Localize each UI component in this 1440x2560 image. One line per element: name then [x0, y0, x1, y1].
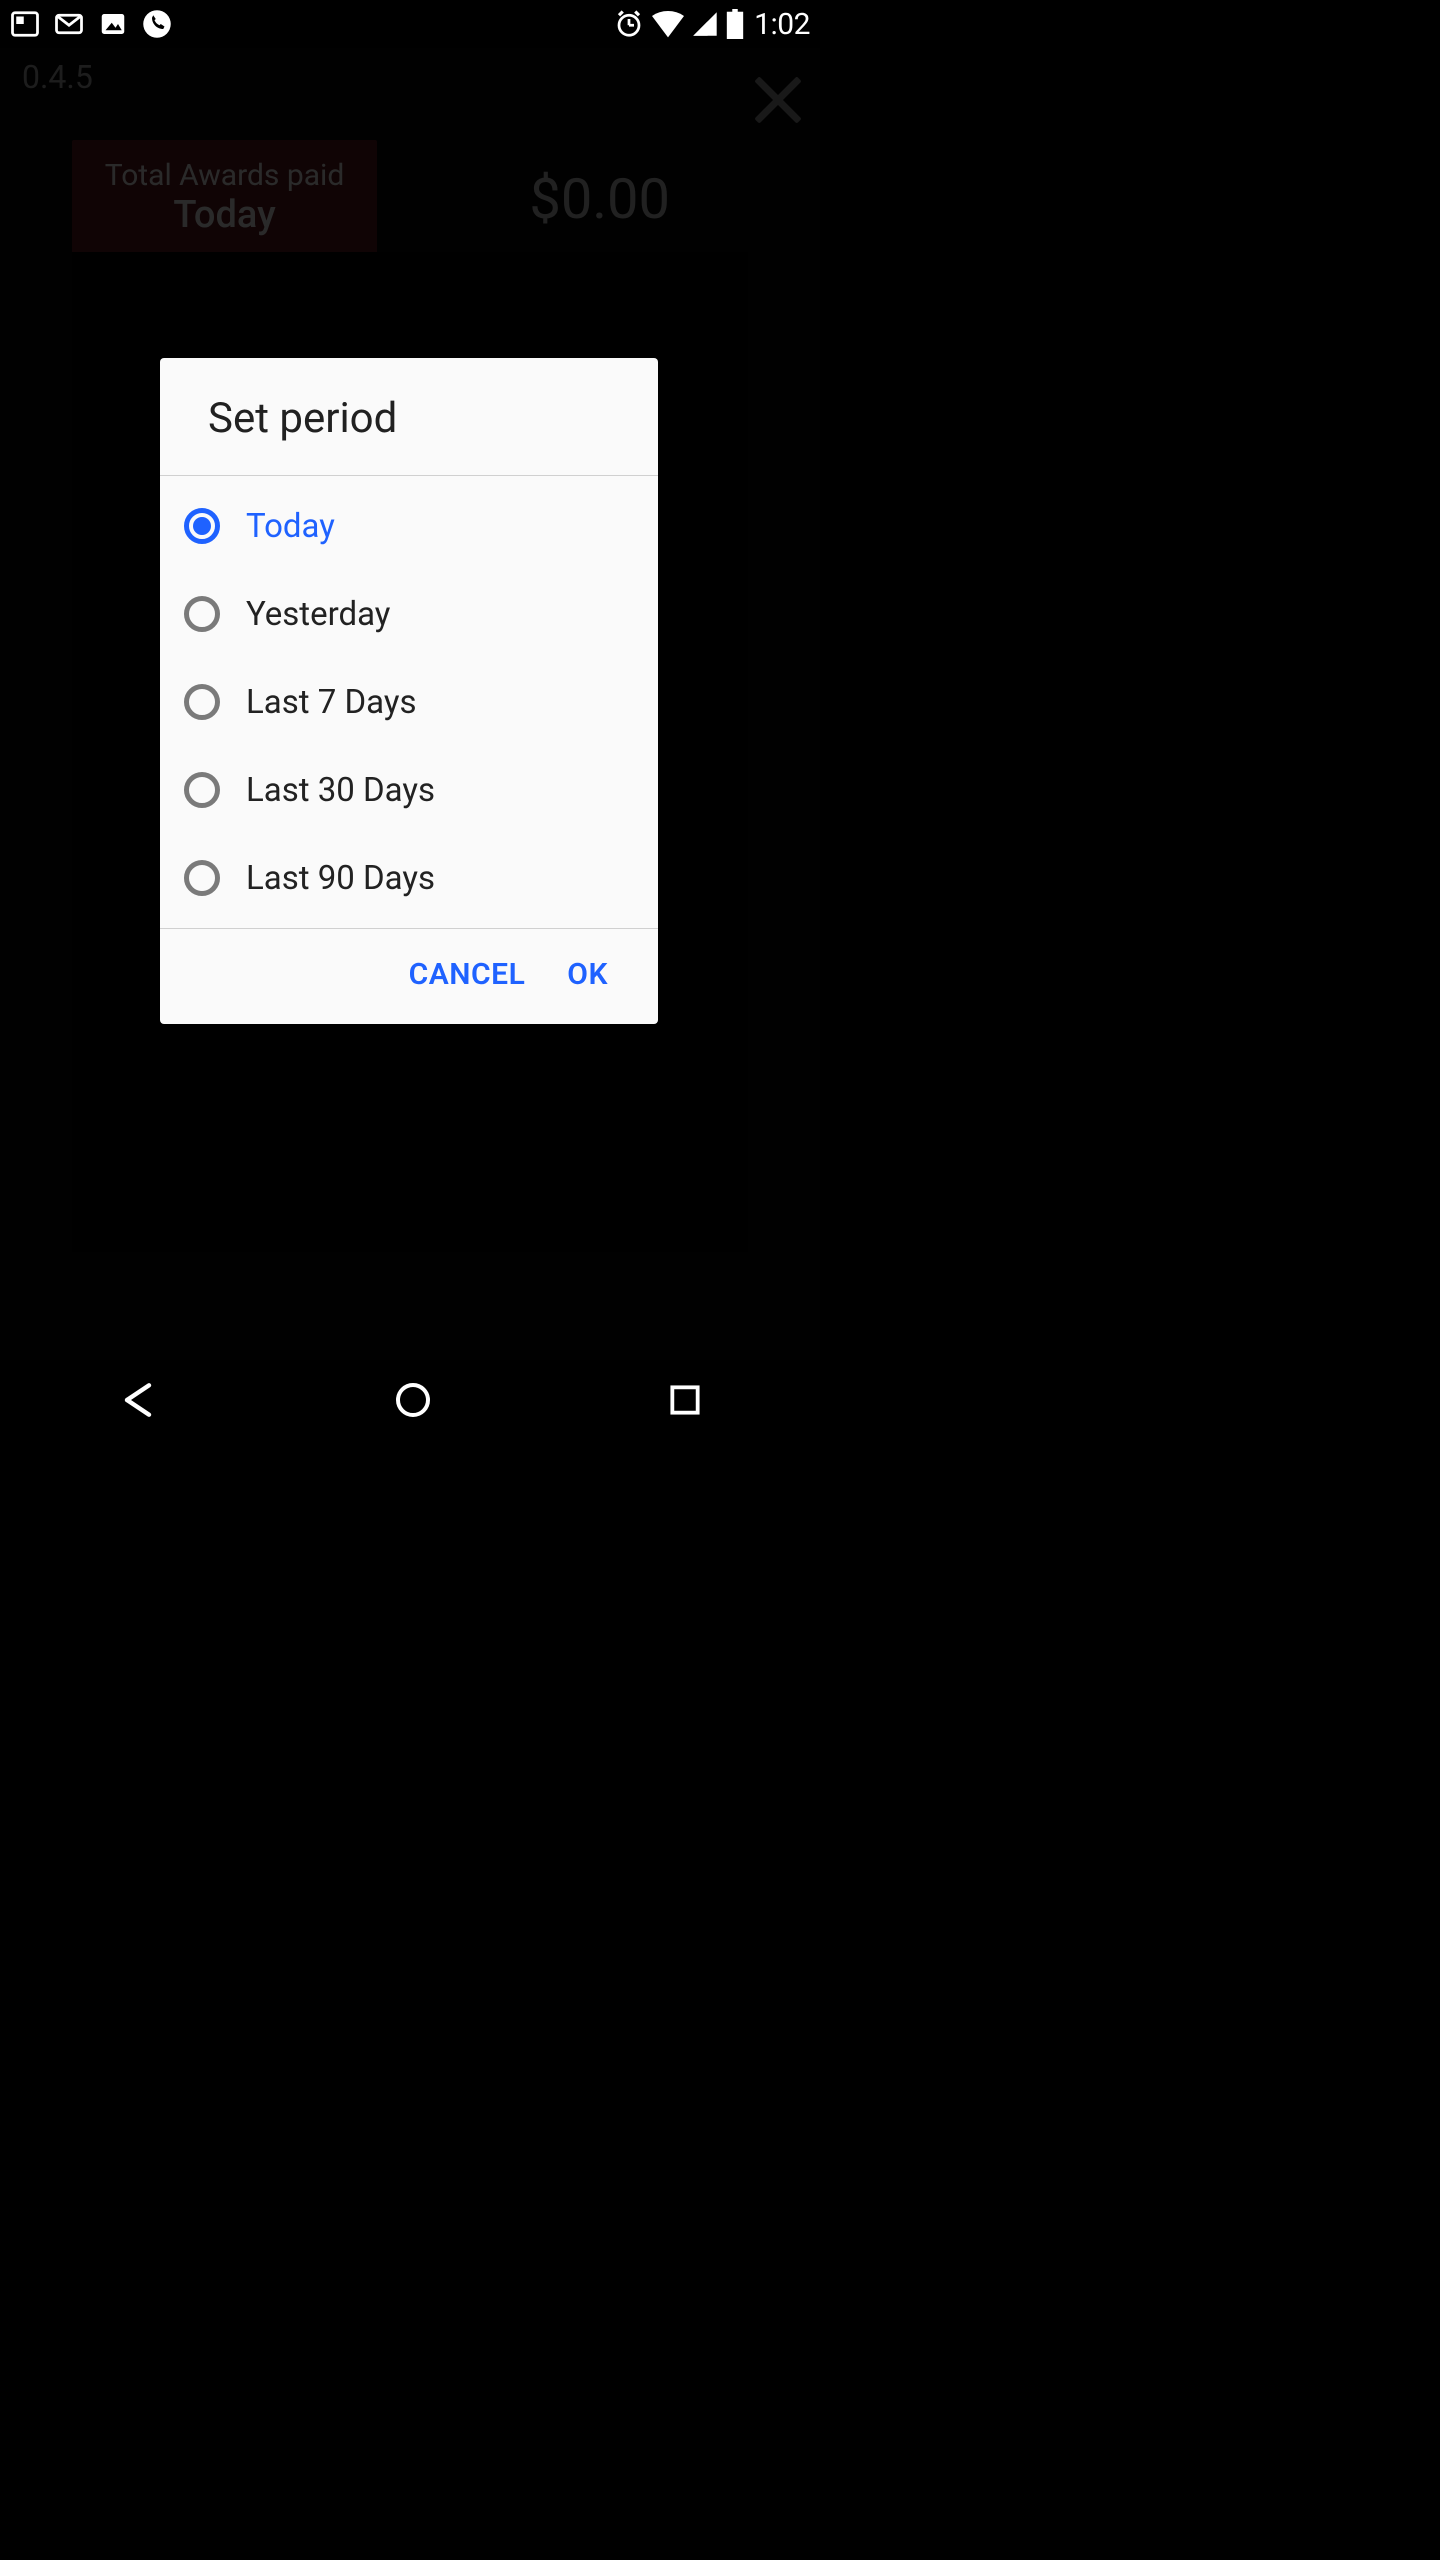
option-label: Today [246, 507, 335, 546]
option-label: Last 7 Days [246, 683, 416, 722]
photo-icon [98, 9, 128, 39]
set-period-dialog: Set period Today Yesterday Last 7 Days L… [160, 358, 658, 1024]
radio-icon [184, 596, 220, 632]
back-icon[interactable] [116, 1378, 160, 1422]
battery-icon [726, 9, 744, 39]
status-bar: 1:02 [0, 0, 820, 48]
option-last-30-days[interactable]: Last 30 Days [160, 746, 658, 834]
dialog-title: Set period [160, 358, 658, 475]
status-left [10, 9, 172, 39]
phone-icon [142, 9, 172, 39]
home-icon[interactable] [393, 1380, 433, 1420]
option-last-90-days[interactable]: Last 90 Days [160, 834, 658, 922]
option-label: Last 90 Days [246, 859, 435, 898]
cell-signal-icon [692, 9, 718, 39]
option-label: Yesterday [246, 595, 390, 634]
option-today[interactable]: Today [160, 482, 658, 570]
radio-icon [184, 860, 220, 896]
option-label: Last 30 Days [246, 771, 435, 810]
status-clock: 1:02 [754, 7, 810, 42]
option-last-7-days[interactable]: Last 7 Days [160, 658, 658, 746]
ok-button[interactable]: OK [567, 957, 608, 992]
cast-icon [10, 9, 40, 39]
status-right: 1:02 [614, 7, 810, 42]
wifi-icon [652, 9, 684, 39]
option-yesterday[interactable]: Yesterday [160, 570, 658, 658]
period-options: Today Yesterday Last 7 Days Last 30 Days… [160, 476, 658, 928]
recent-apps-icon[interactable] [666, 1381, 704, 1419]
alarm-icon [614, 9, 644, 39]
gmail-icon [54, 9, 84, 39]
radio-icon [184, 508, 220, 544]
cancel-button[interactable]: CANCEL [409, 957, 526, 992]
radio-icon [184, 684, 220, 720]
dialog-actions: CANCEL OK [160, 929, 658, 1024]
android-navbar [0, 1360, 820, 1440]
radio-icon [184, 772, 220, 808]
